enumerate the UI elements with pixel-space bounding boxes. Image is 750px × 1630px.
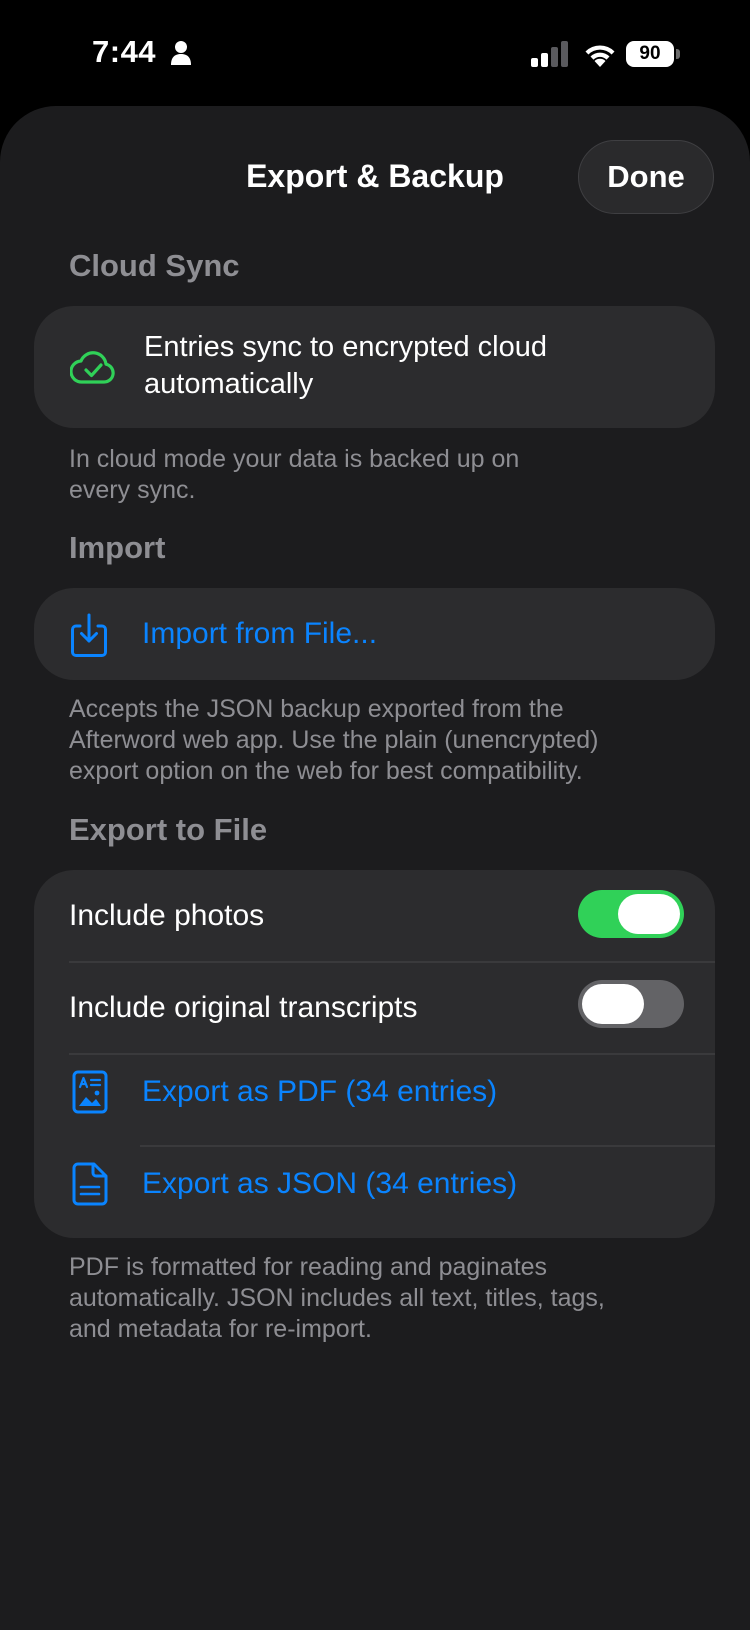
toggle-knob — [582, 984, 644, 1024]
person-icon — [171, 41, 191, 65]
status-time: 7:44 — [92, 34, 157, 69]
cellular-signal-icon — [531, 41, 568, 67]
import-footer-line2: Afterword web app. Use the plain (unencr… — [69, 726, 599, 754]
done-button[interactable]: Done — [578, 140, 714, 214]
import-footer-line3: export option on the web for best compat… — [69, 757, 583, 785]
export-footer-line1: PDF is formatted for reading and paginat… — [69, 1253, 548, 1281]
include-photos-toggle[interactable] — [578, 890, 684, 938]
cloud-sync-status-line1: Entries sync to encrypted cloud — [144, 331, 547, 363]
import-from-file-button[interactable]: Import from File... — [142, 615, 377, 652]
battery-cap — [676, 49, 680, 59]
cloud-sync-footer-line1: In cloud mode your data is backed up on — [69, 445, 520, 473]
include-transcripts-toggle[interactable] — [578, 980, 684, 1028]
cloud-sync-footer: In cloud mode your data is backed up on … — [69, 444, 699, 506]
export-footer-line3: and metadata for re-import. — [69, 1315, 372, 1343]
status-bar: 7:44 90 — [0, 0, 750, 106]
export-card: Include photos Include original transcri… — [34, 870, 715, 1238]
json-document-icon — [72, 1162, 108, 1206]
section-header-export: Export to File — [69, 812, 268, 847]
import-footer: Accepts the JSON backup exported from th… — [69, 694, 699, 787]
divider — [140, 1145, 715, 1147]
include-transcripts-label: Include original transcripts — [69, 991, 418, 1024]
export-footer-line2: automatically. JSON includes all text, t… — [69, 1284, 605, 1312]
export-backup-sheet: Export & Backup Done Cloud Sync Entries … — [0, 106, 750, 1630]
export-pdf-button[interactable]: Export as PDF (34 entries) — [142, 1073, 497, 1110]
toggle-knob — [618, 894, 680, 934]
section-header-import: Import — [69, 530, 166, 565]
cloud-sync-footer-line2: every sync. — [69, 476, 196, 504]
battery-level: 90 — [626, 41, 674, 67]
export-json-button[interactable]: Export as JSON (34 entries) — [142, 1165, 517, 1202]
divider — [69, 961, 715, 963]
pdf-document-icon — [72, 1070, 108, 1114]
section-header-cloud-sync: Cloud Sync — [69, 248, 240, 283]
cloud-sync-card: Entries sync to encrypted cloud automati… — [34, 306, 715, 428]
battery-icon: 90 — [626, 41, 682, 69]
import-footer-line1: Accepts the JSON backup exported from th… — [69, 695, 564, 723]
cloud-sync-status-line2: automatically — [144, 368, 314, 400]
include-photos-label: Include photos — [69, 899, 265, 932]
export-footer: PDF is formatted for reading and paginat… — [69, 1252, 699, 1345]
wifi-icon — [585, 45, 615, 67]
import-card: Import from File... — [34, 588, 715, 680]
import-file-icon — [71, 613, 107, 657]
cloud-check-icon — [70, 351, 115, 384]
divider — [69, 1053, 715, 1055]
